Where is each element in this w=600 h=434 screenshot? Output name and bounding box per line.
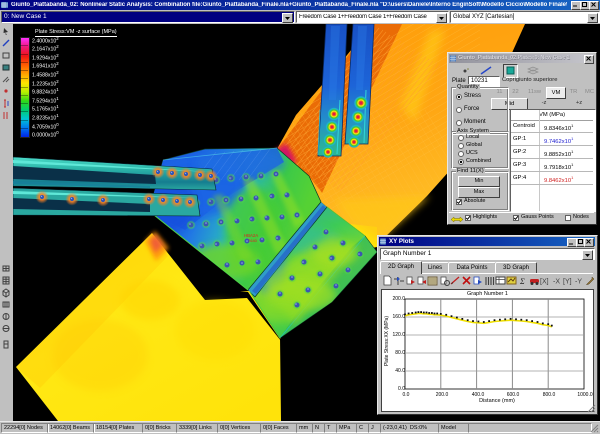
svg-text:[X]: [X] <box>540 279 549 286</box>
svg-text:-Y: -Y <box>575 279 582 286</box>
svg-text:[Y]: [Y] <box>563 279 572 286</box>
svg-text:Σ: Σ <box>519 277 525 286</box>
svg-text:-X: -X <box>553 279 560 286</box>
svg-text:7640: 7640 <box>248 238 258 243</box>
